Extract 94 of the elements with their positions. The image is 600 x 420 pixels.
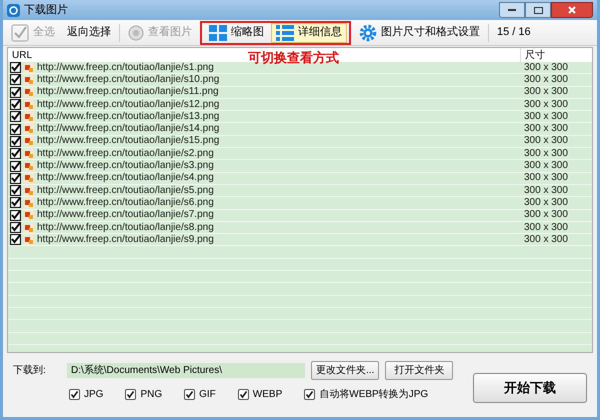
image-file-icon — [24, 62, 34, 73]
size-text: 300 x 300 — [523, 210, 569, 220]
checkbox[interactable] — [304, 389, 316, 400]
format-label: WEBP — [252, 388, 282, 402]
image-file-icon — [24, 100, 34, 110]
url-text: http://www.freep.cn/toutiao/lanjie/s1.png — [37, 62, 214, 73]
image-file-icon — [24, 124, 34, 134]
minimize-button[interactable] — [499, 2, 525, 18]
checkbox[interactable] — [69, 389, 80, 400]
format-label: PNG — [140, 388, 162, 402]
selection-count: 15 / 16 — [496, 25, 532, 40]
image-file-icon — [24, 234, 34, 245]
row-checkbox[interactable] — [10, 124, 21, 135]
image-file-icon — [24, 87, 34, 98]
view-mode-button[interactable]: 缩略图 — [204, 22, 269, 42]
url-text: http://www.freep.cn/toutiao/lanjie/s12.png — [37, 100, 220, 110]
view-mode-button[interactable]: 详细信息 — [271, 22, 347, 42]
url-text: http://www.freep.cn/toutiao/lanjie/s9.png — [37, 234, 214, 245]
url-text: http://www.freep.cn/toutiao/lanjie/s11.png — [37, 87, 219, 98]
size-text: 300 x 300 — [523, 222, 569, 232]
column-header[interactable]: URL — [12, 50, 32, 60]
size-text: 300 x 300 — [523, 100, 569, 110]
maximize-button[interactable] — [525, 2, 551, 18]
format-label: 自动将WEBP转换为JPG — [319, 388, 428, 402]
row-checkbox[interactable] — [10, 210, 21, 221]
image-file-icon — [24, 136, 34, 146]
checkmark-icon — [11, 24, 29, 42]
image-file-icon — [24, 173, 34, 184]
image-file-icon — [24, 198, 34, 208]
column-header[interactable]: 尺寸 — [520, 48, 592, 62]
image-file-icon — [24, 148, 34, 159]
grid-icon — [209, 24, 227, 40]
close-button[interactable] — [551, 2, 593, 18]
row-checkbox[interactable] — [10, 62, 21, 74]
disc-icon — [128, 24, 144, 40]
url-text: http://www.freep.cn/toutiao/lanjie/s15.png — [37, 136, 220, 146]
image-file-icon — [24, 112, 34, 122]
change-folder-button[interactable]: 更改文件夹... — [311, 361, 380, 380]
url-text: http://www.freep.cn/toutiao/lanjie/s13.png — [37, 112, 220, 122]
row-checkbox[interactable] — [10, 160, 21, 172]
size-text: 300 x 300 — [523, 112, 569, 122]
size-text: 300 x 300 — [523, 62, 569, 73]
checkbox[interactable] — [238, 389, 249, 400]
row-checkbox[interactable] — [10, 222, 21, 233]
list-icon — [276, 24, 294, 40]
image-file-icon — [24, 210, 34, 220]
row-checkbox[interactable] — [10, 172, 21, 184]
close-icon — [568, 6, 576, 14]
url-text: http://www.freep.cn/toutiao/lanjie/s2.png — [37, 148, 214, 159]
url-text: http://www.freep.cn/toutiao/lanjie/s10.png — [37, 74, 220, 85]
start-download-button[interactable]: 开始下载 — [473, 373, 587, 403]
row-checkbox[interactable] — [10, 86, 21, 98]
size-text: 300 x 300 — [523, 87, 569, 98]
size-text: 300 x 300 — [523, 161, 569, 172]
row-checkbox[interactable] — [10, 136, 21, 147]
url-text: http://www.freep.cn/toutiao/lanjie/s7.png — [37, 210, 214, 220]
size-text: 300 x 300 — [523, 234, 569, 245]
window-title: 下载图片 — [24, 2, 68, 18]
format-label: GIF — [199, 388, 216, 402]
checkbox[interactable] — [184, 389, 196, 400]
image-file-icon — [24, 222, 34, 232]
row-checkbox[interactable] — [10, 185, 21, 196]
image-file-icon — [24, 186, 34, 196]
row-checkbox[interactable] — [10, 74, 21, 86]
row-checkbox[interactable] — [10, 99, 21, 110]
url-text: http://www.freep.cn/toutiao/lanjie/s14.png — [37, 124, 220, 134]
url-text: http://www.freep.cn/toutiao/lanjie/s6.png — [37, 198, 214, 208]
open-folder-button[interactable]: 打开文件夹 — [385, 361, 454, 380]
url-text: http://www.freep.cn/toutiao/lanjie/s5.png — [37, 186, 214, 196]
size-text: 300 x 300 — [523, 124, 569, 134]
size-text: 300 x 300 — [523, 148, 569, 159]
download-to-label: 下载到: — [13, 364, 47, 378]
image-file-icon — [24, 161, 34, 172]
size-text: 300 x 300 — [523, 186, 569, 196]
size-text: 300 x 300 — [523, 173, 569, 184]
app-icon — [7, 4, 20, 16]
url-text: http://www.freep.cn/toutiao/lanjie/s8.png — [37, 222, 214, 232]
checkbox[interactable] — [125, 389, 136, 400]
image-file-icon — [24, 74, 34, 85]
row-checkbox[interactable] — [10, 197, 21, 208]
path-field[interactable]: D:\系统\Documents\Web Pictures\ — [67, 363, 305, 378]
invert-selection-button[interactable]: 返向选择 — [63, 24, 115, 41]
format-label: JPG — [84, 388, 104, 402]
annotation-text: 可切换查看方式 — [248, 49, 339, 67]
row-checkbox[interactable] — [10, 111, 21, 122]
settings-button[interactable]: 图片尺寸和格式设置 — [355, 24, 484, 42]
size-text: 300 x 300 — [523, 136, 569, 146]
settings-icon — [359, 24, 377, 42]
row-checkbox[interactable] — [10, 148, 21, 160]
size-text: 300 x 300 — [523, 74, 569, 85]
size-text: 300 x 300 — [523, 198, 569, 208]
row-checkbox[interactable] — [10, 234, 21, 246]
url-text: http://www.freep.cn/toutiao/lanjie/s4.png — [37, 173, 214, 184]
url-text: http://www.freep.cn/toutiao/lanjie/s3.png — [37, 161, 214, 172]
